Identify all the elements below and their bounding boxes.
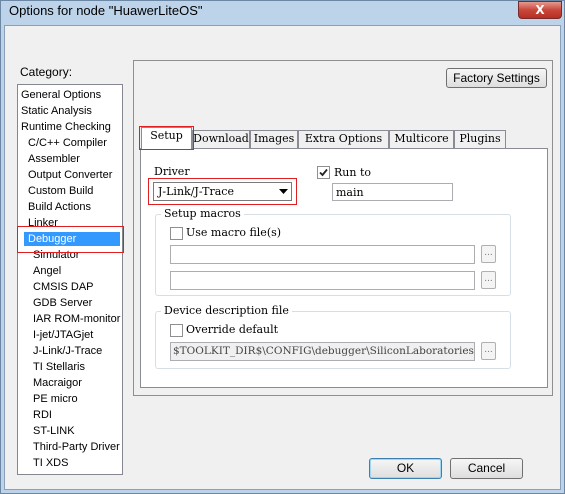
device-browse-button[interactable]: ... — [481, 342, 496, 360]
ok-button[interactable]: OK — [369, 458, 442, 479]
tab-extra-options[interactable]: Extra Options — [298, 130, 389, 148]
driver-highlight — [148, 178, 297, 205]
category-item-ti-stellaris[interactable]: TI Stellaris — [33, 360, 85, 374]
run-to-input[interactable]: main — [332, 183, 453, 201]
checkmark-icon — [319, 168, 328, 177]
window-title: Options for node "HuawerLiteOS" — [9, 3, 203, 18]
driver-label: Driver — [154, 165, 190, 178]
category-item-jlink-jtrace[interactable]: J-Link/J-Trace — [33, 344, 102, 358]
factory-settings-button[interactable]: Factory Settings — [446, 68, 547, 88]
category-item-iar-rom-monitor[interactable]: IAR ROM-monitor — [33, 312, 120, 326]
debugger-highlight — [17, 226, 124, 253]
device-file-input[interactable]: $TOOLKIT_DIR$\CONFIG\debugger\SiliconLab… — [170, 342, 475, 361]
category-item-output-converter[interactable]: Output Converter — [28, 168, 112, 182]
tab-multicore[interactable]: Multicore — [389, 130, 454, 148]
category-item-rdi[interactable]: RDI — [33, 408, 52, 422]
category-item-static-analysis[interactable]: Static Analysis — [21, 104, 92, 118]
cancel-button[interactable]: Cancel — [450, 458, 523, 479]
category-item-third-party-driver[interactable]: Third-Party Driver — [33, 440, 120, 454]
macro-file-input-2[interactable] — [170, 271, 475, 290]
category-item-angel[interactable]: Angel — [33, 264, 61, 278]
use-macro-checkbox[interactable] — [170, 227, 183, 240]
macro-file-input-1[interactable] — [170, 245, 475, 264]
category-item-cmsis-dap[interactable]: CMSIS DAP — [33, 280, 94, 294]
override-default-checkbox[interactable] — [170, 324, 183, 337]
category-item-gdb-server[interactable]: GDB Server — [33, 296, 92, 310]
category-item-st-link[interactable]: ST-LINK — [33, 424, 75, 438]
category-label: Category: — [20, 65, 73, 79]
device-description-label: Device description file — [161, 304, 292, 317]
category-item-assembler[interactable]: Assembler — [28, 152, 80, 166]
use-macro-label: Use macro file(s) — [186, 226, 282, 239]
close-button[interactable]: X — [518, 1, 562, 19]
category-item-custom-build[interactable]: Custom Build — [28, 184, 93, 198]
run-to-label: Run to — [334, 166, 371, 179]
macro-browse-button-2[interactable]: ... — [481, 271, 496, 289]
setup-tab-highlight — [139, 126, 194, 150]
tab-images[interactable]: Images — [250, 130, 298, 148]
macro-browse-button-1[interactable]: ... — [481, 245, 496, 263]
category-item-general-options[interactable]: General Options — [21, 88, 101, 102]
category-item-ti-xds[interactable]: TI XDS — [33, 456, 68, 470]
category-item-macraigor[interactable]: Macraigor — [33, 376, 82, 390]
category-item-pe-micro[interactable]: PE micro — [33, 392, 78, 406]
category-item-ijet-jtagjet[interactable]: I-jet/JTAGjet — [33, 328, 93, 342]
tab-plugins[interactable]: Plugins — [454, 130, 506, 148]
category-list[interactable]: General Options Static Analysis Runtime … — [17, 84, 123, 475]
setup-macros-label: Setup macros — [161, 207, 244, 220]
category-item-runtime-checking[interactable]: Runtime Checking — [21, 120, 111, 134]
tab-download[interactable]: Download — [192, 130, 250, 148]
category-item-build-actions[interactable]: Build Actions — [28, 200, 91, 214]
category-item-cpp-compiler[interactable]: C/C++ Compiler — [28, 136, 107, 150]
override-default-label: Override default — [186, 323, 279, 336]
run-to-checkbox[interactable] — [317, 166, 330, 179]
